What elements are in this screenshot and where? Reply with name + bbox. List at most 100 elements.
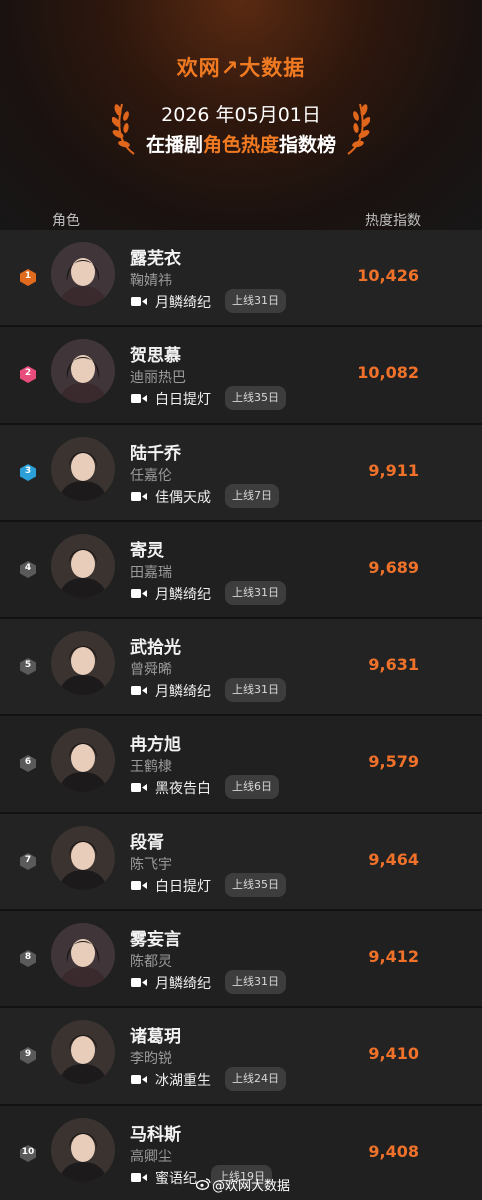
days-online-badge: 上线31日 — [225, 289, 286, 313]
rank-number: 6 — [24, 757, 32, 768]
video-camera-icon — [131, 685, 147, 696]
trend-arrow-icon: ↗ — [220, 56, 240, 80]
avatar-portrait-male-icon — [51, 533, 115, 598]
role-name: 武拾光 — [130, 638, 181, 659]
ranking-row[interactable]: 3 陆千乔 任嘉伦 佳偶天成 上线7日 9,911 — [0, 424, 482, 522]
rank-number: 9 — [24, 1049, 32, 1060]
show-title: 月鳞绮纪 — [155, 295, 211, 311]
rank-number: 5 — [24, 660, 32, 671]
video-camera-icon — [131, 977, 147, 988]
show-title: 白日提灯 — [155, 878, 211, 895]
rank-number: 3 — [24, 465, 32, 476]
avatar-portrait-female-icon — [51, 339, 115, 404]
rank-badge: 8 — [19, 949, 37, 968]
rank-number: 1 — [24, 271, 32, 281]
report-title: 在播剧角色热度指数榜 — [0, 130, 482, 157]
ranking-row[interactable]: 5 武拾光 曾舜晞 月鳞绮纪 上线31日 9,631 — [0, 619, 482, 717]
rank-number: 2 — [24, 368, 32, 379]
actor-name: 迪丽热巴 — [130, 370, 186, 387]
avatar-portrait-male-icon — [51, 1020, 115, 1085]
role-name: 冉方旭 — [130, 735, 181, 756]
weibo-icon — [196, 1178, 211, 1190]
avatar-portrait-male-icon — [51, 631, 115, 696]
actor-name: 高卿尘 — [130, 1148, 172, 1165]
ranking-row[interactable]: 9 诸葛玥 李昀锐 冰湖重生 上线24日 9,410 — [0, 1008, 482, 1106]
avatar-portrait-female-icon — [51, 923, 115, 988]
ranking-row[interactable]: 2 贺思慕 迪丽热巴 白日提灯 上线35日 10,082 — [0, 327, 482, 425]
rank-badge: 3 — [19, 463, 37, 482]
avatar-portrait-female-icon — [51, 242, 115, 306]
actor-name: 王鹤棣 — [130, 759, 172, 776]
column-header-index: 热度指数 — [365, 213, 421, 229]
rank-number: 10 — [21, 1146, 35, 1157]
video-camera-icon — [131, 880, 147, 891]
days-online-badge: 上线7日 — [225, 483, 279, 508]
heat-score: 9,689 — [368, 557, 419, 577]
ranking-list: 1 露芜衣 鞠婧祎 月鳞绮纪 上线31日 10,426 2 贺思慕 迪丽热巴 白… — [0, 230, 482, 1200]
heat-score: 10,426 — [357, 266, 419, 285]
title-post: 指数榜 — [279, 134, 337, 156]
role-name: 贺思慕 — [130, 346, 181, 367]
rank-badge: 1 — [19, 268, 37, 287]
avatar-portrait-male-icon — [51, 1117, 115, 1182]
ranking-row[interactable]: 1 露芜衣 鞠婧祎 月鳞绮纪 上线31日 10,426 — [0, 230, 482, 328]
ranking-row[interactable]: 8 雾妄言 陈都灵 月鳞绮纪 上线31日 9,412 — [0, 911, 482, 1009]
days-online-badge: 上线6日 — [225, 775, 279, 800]
days-online-badge: 上线35日 — [225, 872, 286, 897]
title-pre: 在播剧 — [145, 134, 203, 156]
role-name: 马科斯 — [130, 1124, 181, 1145]
heat-score: 9,408 — [368, 1141, 419, 1161]
video-camera-icon — [131, 393, 147, 404]
rank-badge: 5 — [19, 657, 37, 676]
heat-score: 9,911 — [368, 460, 419, 480]
ranking-page: 欢网↗大数据 2026 年05月01日 在播剧角色热度指数榜 角色 热度指数 1… — [0, 0, 482, 1200]
show-title: 黑夜告白 — [155, 781, 211, 798]
actor-name: 曾舜晞 — [130, 662, 172, 679]
report-date: 2026 年05月01日 — [161, 104, 321, 126]
avatar-portrait-male-icon — [51, 436, 115, 501]
header-banner: 欢网↗大数据 2026 年05月01日 在播剧角色热度指数榜 角色 热度指数 — [0, 0, 482, 230]
show-title: 月鳞绮纪 — [155, 976, 211, 993]
video-camera-icon — [131, 491, 147, 502]
rank-badge: 4 — [19, 560, 37, 579]
heat-score: 9,412 — [368, 947, 419, 967]
show-title: 佳偶天成 — [155, 489, 211, 506]
actor-name: 田嘉瑞 — [130, 564, 172, 581]
role-name: 诸葛玥 — [130, 1027, 181, 1048]
show-title: 月鳞绮纪 — [155, 684, 211, 701]
heat-score: 9,464 — [368, 849, 419, 869]
rank-badge: 10 — [19, 1144, 37, 1163]
days-online-badge: 上线35日 — [225, 386, 286, 411]
role-name: 寄灵 — [130, 540, 164, 561]
show-title: 月鳞绮纪 — [155, 586, 211, 603]
days-online-badge: 上线31日 — [225, 580, 286, 605]
days-online-badge: 上线31日 — [225, 970, 286, 995]
actor-name: 鞠婧祎 — [130, 273, 172, 289]
video-camera-icon — [131, 296, 147, 307]
ranking-row[interactable]: 7 段胥 陈飞宇 白日提灯 上线35日 9,464 — [0, 813, 482, 912]
heat-score: 9,410 — [368, 1044, 419, 1064]
video-camera-icon — [131, 588, 147, 599]
video-camera-icon — [131, 1074, 147, 1085]
heat-score: 10,082 — [357, 363, 419, 383]
brand-prefix: 欢网 — [176, 56, 221, 80]
rank-badge: 7 — [19, 852, 37, 871]
rank-number: 8 — [24, 952, 32, 963]
brand-logo: 欢网↗大数据 — [0, 52, 482, 82]
ranking-row[interactable]: 6 冉方旭 王鹤棣 黑夜告白 上线6日 9,579 — [0, 716, 482, 814]
days-online-badge: 上线31日 — [225, 678, 286, 703]
days-online-badge: 上线24日 — [225, 1067, 286, 1092]
avatar-portrait-male-icon — [51, 825, 115, 890]
heat-score: 9,631 — [368, 655, 419, 675]
show-title: 蜜语纪 — [155, 1170, 197, 1187]
rank-number: 4 — [24, 562, 32, 573]
actor-name: 陈飞宇 — [130, 856, 172, 873]
avatar-portrait-male-icon — [51, 728, 115, 793]
heat-score: 9,579 — [368, 752, 419, 772]
rank-badge: 6 — [19, 754, 37, 773]
show-title: 冰湖重生 — [155, 1073, 211, 1090]
title-highlight: 角色热度 — [202, 134, 279, 156]
ranking-row[interactable]: 4 寄灵 田嘉瑞 月鳞绮纪 上线31日 9,689 — [0, 521, 482, 620]
rank-badge: 9 — [19, 1046, 37, 1065]
role-name: 露芜衣 — [130, 249, 181, 269]
